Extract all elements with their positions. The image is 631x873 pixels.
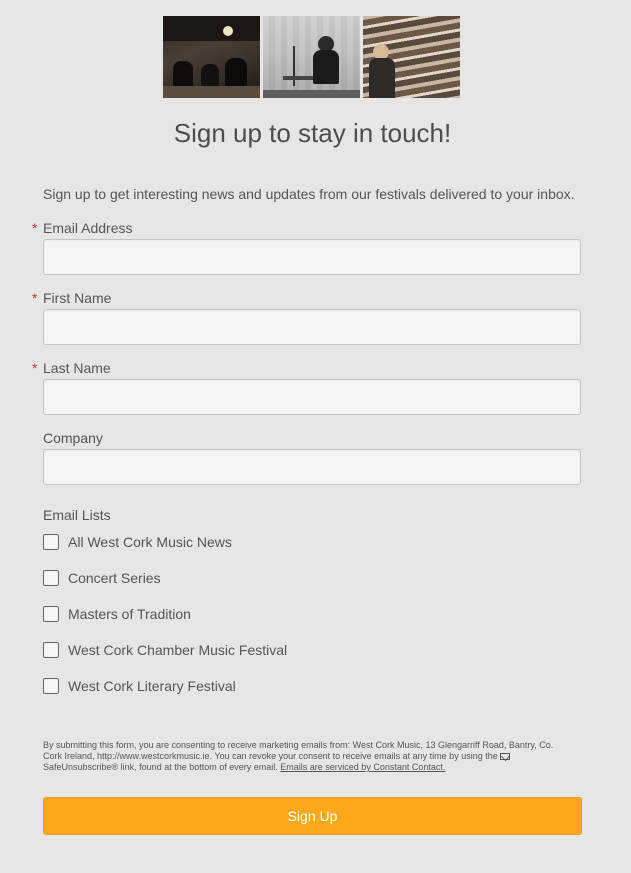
required-marker: * (32, 290, 38, 306)
email-lists-label: Email Lists (43, 507, 111, 523)
checkbox-label[interactable]: West Cork Chamber Music Festival (68, 642, 287, 658)
audience-photo (363, 16, 460, 98)
masters-of-tradition-checkbox[interactable] (43, 606, 59, 622)
email-field[interactable] (43, 239, 581, 275)
checkbox-label[interactable]: Concert Series (68, 570, 161, 586)
required-marker: * (32, 220, 38, 236)
first-name-field[interactable] (43, 309, 581, 345)
chamber-music-festival-checkbox[interactable] (43, 642, 59, 658)
last-name-field[interactable] (43, 379, 581, 415)
page-title: Sign up to stay in touch! (173, 118, 452, 148)
constant-contact-link[interactable]: Emails are serviced by Constant Contact. (280, 762, 445, 772)
intro-text: Sign up to get interesting news and upda… (43, 186, 575, 202)
first-name-label: First Name (43, 290, 112, 306)
email-label: Email Address (43, 220, 133, 236)
company-label: Company (43, 430, 103, 446)
last-name-label: Last Name (43, 360, 111, 376)
musician-photo (263, 16, 360, 98)
header-images (163, 16, 460, 98)
required-marker: * (32, 360, 38, 376)
concert-series-checkbox[interactable] (43, 570, 59, 586)
all-news-checkbox[interactable] (43, 534, 59, 550)
envelope-icon (500, 753, 511, 760)
company-field[interactable] (43, 449, 581, 485)
sign-up-button[interactable]: Sign Up (43, 797, 582, 835)
checkbox-label[interactable]: West Cork Literary Festival (68, 678, 236, 694)
checkbox-label[interactable]: Masters of Tradition (68, 606, 191, 622)
list-item[interactable]: Concert Series (43, 568, 161, 588)
consent-text: By submitting this form, you are consent… (43, 740, 561, 773)
orchestra-photo (163, 16, 260, 98)
literary-festival-checkbox[interactable] (43, 678, 59, 694)
list-item[interactable]: Masters of Tradition (43, 604, 191, 624)
safeunsubscribe-text: SafeUnsubscribe® link, found at the bott… (43, 762, 278, 772)
consent-body: By submitting this form, you are consent… (43, 740, 554, 761)
list-item[interactable]: West Cork Literary Festival (43, 676, 236, 696)
list-item[interactable]: West Cork Chamber Music Festival (43, 640, 287, 660)
checkbox-label[interactable]: All West Cork Music News (68, 534, 232, 550)
list-item[interactable]: All West Cork Music News (43, 532, 232, 552)
